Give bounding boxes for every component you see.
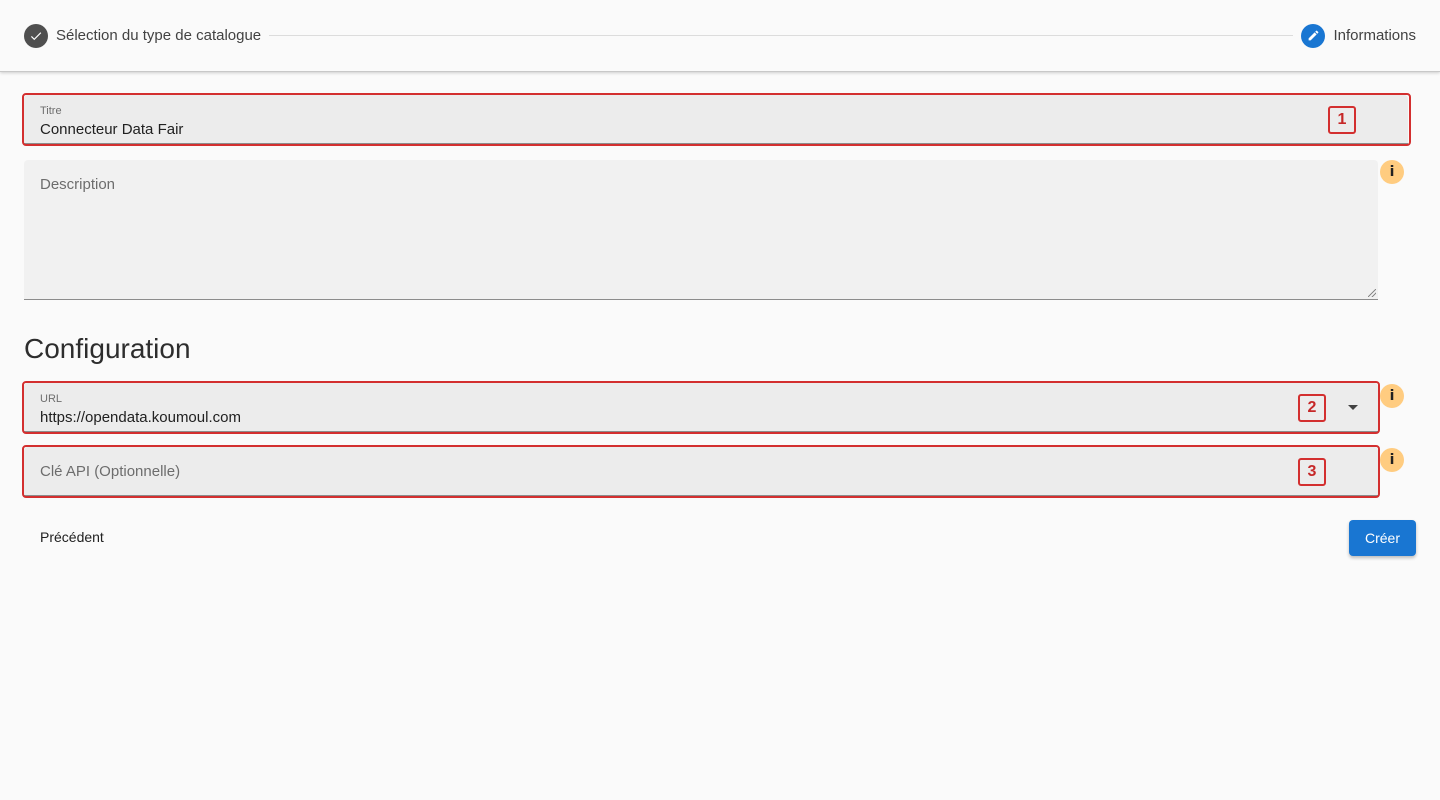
step-label: Sélection du type de catalogue (56, 27, 262, 44)
annotation-box-2 (22, 381, 1380, 434)
resize-handle-icon[interactable] (1368, 289, 1376, 297)
annotation-box-1 (22, 93, 1411, 146)
configuration-section-title: Configuration (24, 333, 191, 364)
annotation-number-2: 2 (1298, 394, 1326, 422)
stepper-header: Sélection du type de catalogue Informati… (0, 0, 1440, 72)
step-divider (269, 35, 1294, 36)
info-icon[interactable]: i (1380, 448, 1404, 472)
step-catalog-type[interactable]: Sélection du type de catalogue (24, 23, 262, 48)
step-informations[interactable]: Informations (1301, 23, 1416, 48)
pencil-icon (1301, 23, 1326, 48)
check-icon (24, 23, 48, 48)
step-label: Informations (1333, 27, 1416, 44)
info-icon[interactable]: i (1380, 384, 1404, 408)
annotation-number-3: 3 (1298, 458, 1326, 486)
description-textarea[interactable]: Description (24, 160, 1378, 300)
annotation-number-1: 1 (1328, 106, 1356, 134)
previous-button[interactable]: Précédent (24, 519, 120, 555)
description-label: Description (40, 176, 116, 193)
create-button[interactable]: Créer (1349, 520, 1416, 556)
annotation-box-3 (22, 445, 1380, 498)
info-icon[interactable]: i (1380, 160, 1404, 184)
